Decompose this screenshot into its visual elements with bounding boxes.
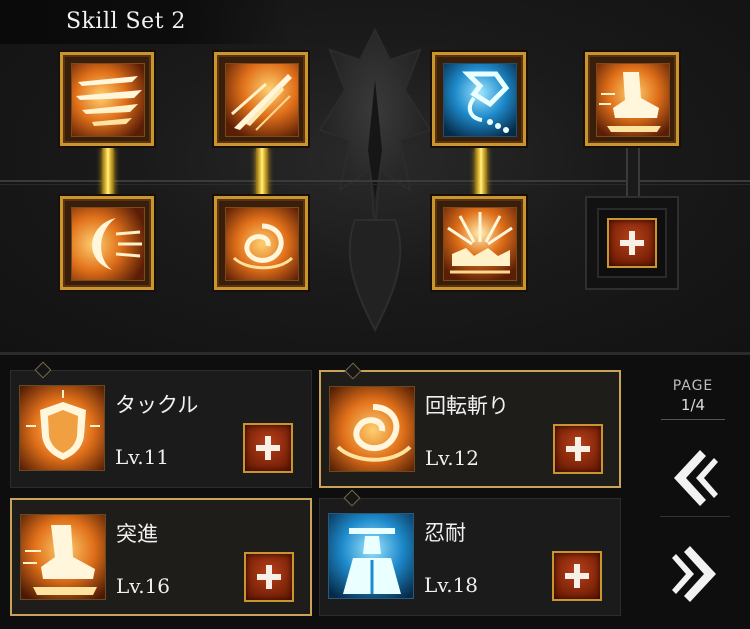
skill-slot[interactable] xyxy=(60,52,154,146)
pager-separator xyxy=(660,516,730,517)
skill-slot[interactable] xyxy=(432,52,526,146)
chevron-left-icon xyxy=(674,450,718,506)
skill-card[interactable]: 突進 Lv.16 xyxy=(10,498,312,616)
skill-set-title: Skill Set 2 xyxy=(66,9,186,34)
skill-card[interactable]: 忍耐 Lv.18 xyxy=(319,489,621,616)
previous-page-button[interactable] xyxy=(650,432,740,522)
level-up-button[interactable] xyxy=(553,424,603,474)
page-label: PAGE xyxy=(672,378,714,394)
skill-level: Lv.18 xyxy=(424,573,479,597)
skill-slot[interactable] xyxy=(214,52,308,146)
skill-card[interactable]: 回転斬り Lv.12 xyxy=(319,362,621,488)
skill-slot[interactable] xyxy=(214,196,308,290)
wind-crescent-icon xyxy=(71,207,145,281)
shield-icon xyxy=(19,385,105,471)
skill-card[interactable]: タックル Lv.11 xyxy=(10,361,312,488)
page-indicator: PAGE 1/4 xyxy=(648,378,738,420)
skill-tree-panel: Skill Set 2 xyxy=(0,0,750,352)
skill-slot[interactable] xyxy=(432,196,526,290)
skill-name: 忍耐 xyxy=(424,521,466,545)
level-up-button[interactable] xyxy=(243,423,293,473)
skill-level: Lv.12 xyxy=(425,446,480,470)
empty-connector xyxy=(626,148,640,198)
link-connector xyxy=(102,148,114,198)
endurance-figure-icon xyxy=(328,513,414,599)
spear-thrust-icon xyxy=(225,63,299,137)
title-bar: Skill Set 2 xyxy=(0,0,290,44)
skill-slot[interactable] xyxy=(585,52,679,146)
whirlwind-icon xyxy=(225,207,299,281)
whirlwind-icon xyxy=(329,386,415,472)
skill-name: 回転斬り xyxy=(425,394,509,418)
add-skill-button[interactable] xyxy=(607,218,657,268)
empty-skill-slot xyxy=(585,196,679,290)
skill-level: Lv.11 xyxy=(115,445,170,469)
skill-slot[interactable] xyxy=(60,196,154,290)
grapple-hook-icon xyxy=(443,63,517,137)
skill-name: タックル xyxy=(115,393,199,417)
chevron-right-icon xyxy=(672,546,716,602)
link-connector xyxy=(256,148,268,198)
page-number: 1/4 xyxy=(680,396,706,414)
next-page-button[interactable] xyxy=(650,528,740,618)
charging-foot-icon xyxy=(20,514,106,600)
level-up-button[interactable] xyxy=(552,551,602,601)
skill-level: Lv.16 xyxy=(116,574,171,598)
link-connector xyxy=(475,148,487,198)
dash-slash-icon xyxy=(71,63,145,137)
charging-foot-icon xyxy=(596,63,670,137)
skill-name: 突進 xyxy=(116,522,158,546)
ground-burst-icon xyxy=(443,207,517,281)
level-up-button[interactable] xyxy=(244,552,294,602)
